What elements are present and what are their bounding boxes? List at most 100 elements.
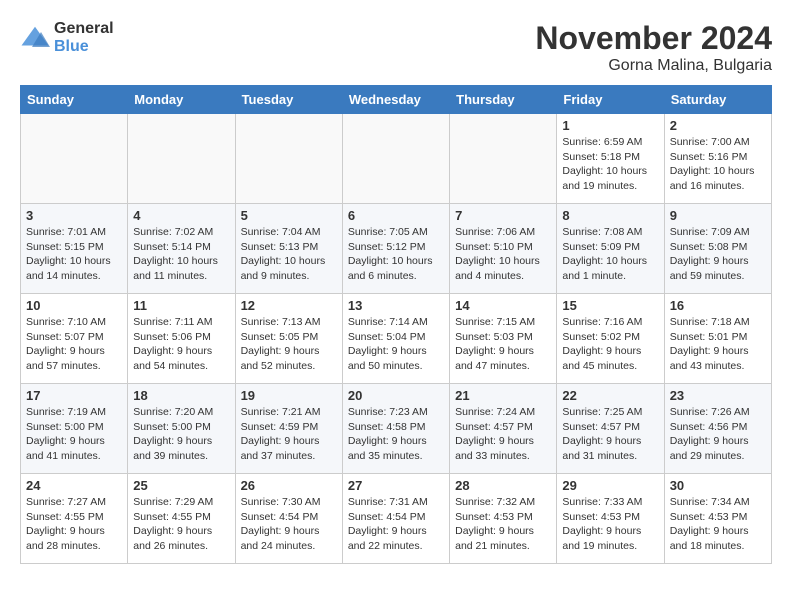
day-info: Sunrise: 6:59 AM Sunset: 5:18 PM Dayligh…: [562, 135, 658, 194]
calendar-cell: [128, 114, 235, 204]
day-info: Sunrise: 7:11 AM Sunset: 5:06 PM Dayligh…: [133, 315, 229, 374]
day-info: Sunrise: 7:34 AM Sunset: 4:53 PM Dayligh…: [670, 495, 766, 554]
day-number: 5: [241, 208, 337, 223]
calendar-cell: [21, 114, 128, 204]
calendar-cell: 15 Sunrise: 7:16 AM Sunset: 5:02 PM Dayli…: [557, 294, 664, 384]
calendar-cell: 10Sunrise: 7:10 AM Sunset: 5:07 PM Dayli…: [21, 294, 128, 384]
day-number: 17: [26, 388, 122, 403]
calendar-cell: 29 Sunrise: 7:33 AM Sunset: 4:53 PM Dayli…: [557, 474, 664, 564]
day-info: Sunrise: 7:15 AM Sunset: 5:03 PM Dayligh…: [455, 315, 551, 374]
day-info: Sunrise: 7:23 AM Sunset: 4:58 PM Dayligh…: [348, 405, 444, 464]
calendar-cell: 26 Sunrise: 7:30 AM Sunset: 4:54 PM Dayli…: [235, 474, 342, 564]
day-number: 30: [670, 478, 766, 493]
calendar-cell: [450, 114, 557, 204]
day-number: 18: [133, 388, 229, 403]
day-info: Sunrise: 7:01 AM Sunset: 5:15 PM Dayligh…: [26, 225, 122, 284]
day-number: 14: [455, 298, 551, 313]
day-number: 29: [562, 478, 658, 493]
logo-text: General Blue: [54, 20, 114, 55]
calendar-cell: 14 Sunrise: 7:15 AM Sunset: 5:03 PM Dayli…: [450, 294, 557, 384]
calendar-cell: 7 Sunrise: 7:06 AM Sunset: 5:10 PM Daylig…: [450, 204, 557, 294]
day-info: Sunrise: 7:02 AM Sunset: 5:14 PM Dayligh…: [133, 225, 229, 284]
day-info: Sunrise: 7:08 AM Sunset: 5:09 PM Dayligh…: [562, 225, 658, 284]
day-number: 4: [133, 208, 229, 223]
day-number: 7: [455, 208, 551, 223]
day-info: Sunrise: 7:00 AM Sunset: 5:16 PM Dayligh…: [670, 135, 766, 194]
calendar-cell: 23Sunrise: 7:26 AM Sunset: 4:56 PM Dayli…: [664, 384, 771, 474]
day-info: Sunrise: 7:05 AM Sunset: 5:12 PM Dayligh…: [348, 225, 444, 284]
calendar-cell: 1 Sunrise: 6:59 AM Sunset: 5:18 PM Daylig…: [557, 114, 664, 204]
day-info: Sunrise: 7:25 AM Sunset: 4:57 PM Dayligh…: [562, 405, 658, 464]
day-info: Sunrise: 7:24 AM Sunset: 4:57 PM Dayligh…: [455, 405, 551, 464]
calendar-cell: [235, 114, 342, 204]
weekday-header-wednesday: Wednesday: [342, 86, 449, 114]
day-number: 13: [348, 298, 444, 313]
day-number: 3: [26, 208, 122, 223]
day-number: 21: [455, 388, 551, 403]
page-header: General Blue November 2024 Gorna Malina,…: [20, 20, 772, 75]
day-number: 25: [133, 478, 229, 493]
day-info: Sunrise: 7:09 AM Sunset: 5:08 PM Dayligh…: [670, 225, 766, 284]
day-number: 1: [562, 118, 658, 133]
day-info: Sunrise: 7:33 AM Sunset: 4:53 PM Dayligh…: [562, 495, 658, 554]
logo-blue: Blue: [54, 38, 114, 56]
day-number: 11: [133, 298, 229, 313]
calendar-cell: 21 Sunrise: 7:24 AM Sunset: 4:57 PM Dayli…: [450, 384, 557, 474]
day-info: Sunrise: 7:14 AM Sunset: 5:04 PM Dayligh…: [348, 315, 444, 374]
calendar-cell: 9 Sunrise: 7:09 AM Sunset: 5:08 PM Daylig…: [664, 204, 771, 294]
week-row-4: 17 Sunrise: 7:19 AM Sunset: 5:00 PM Dayli…: [21, 384, 772, 474]
day-number: 23: [670, 388, 766, 403]
day-number: 2: [670, 118, 766, 133]
day-number: 22: [562, 388, 658, 403]
day-info: Sunrise: 7:20 AM Sunset: 5:00 PM Dayligh…: [133, 405, 229, 464]
day-info: Sunrise: 7:21 AM Sunset: 4:59 PM Dayligh…: [241, 405, 337, 464]
logo-icon: [20, 23, 50, 53]
day-info: Sunrise: 7:29 AM Sunset: 4:55 PM Dayligh…: [133, 495, 229, 554]
week-row-2: 3 Sunrise: 7:01 AM Sunset: 5:15 PM Daylig…: [21, 204, 772, 294]
calendar-cell: 3 Sunrise: 7:01 AM Sunset: 5:15 PM Daylig…: [21, 204, 128, 294]
day-number: 6: [348, 208, 444, 223]
day-info: Sunrise: 7:04 AM Sunset: 5:13 PM Dayligh…: [241, 225, 337, 284]
day-info: Sunrise: 7:06 AM Sunset: 5:10 PM Dayligh…: [455, 225, 551, 284]
day-number: 28: [455, 478, 551, 493]
day-number: 12: [241, 298, 337, 313]
day-info: Sunrise: 7:30 AM Sunset: 4:54 PM Dayligh…: [241, 495, 337, 554]
calendar-cell: 18 Sunrise: 7:20 AM Sunset: 5:00 PM Dayli…: [128, 384, 235, 474]
weekday-header-monday: Monday: [128, 86, 235, 114]
day-number: 19: [241, 388, 337, 403]
calendar-cell: 4 Sunrise: 7:02 AM Sunset: 5:14 PM Daylig…: [128, 204, 235, 294]
calendar-cell: 5 Sunrise: 7:04 AM Sunset: 5:13 PM Daylig…: [235, 204, 342, 294]
day-info: Sunrise: 7:27 AM Sunset: 4:55 PM Dayligh…: [26, 495, 122, 554]
calendar-cell: 24Sunrise: 7:27 AM Sunset: 4:55 PM Dayli…: [21, 474, 128, 564]
calendar-cell: 2 Sunrise: 7:00 AM Sunset: 5:16 PM Daylig…: [664, 114, 771, 204]
calendar-table: SundayMondayTuesdayWednesdayThursdayFrid…: [20, 85, 772, 564]
weekday-header-thursday: Thursday: [450, 86, 557, 114]
weekday-header-sunday: Sunday: [21, 86, 128, 114]
day-number: 26: [241, 478, 337, 493]
logo-general: General: [54, 20, 114, 38]
weekday-header-row: SundayMondayTuesdayWednesdayThursdayFrid…: [21, 86, 772, 114]
calendar-cell: 19 Sunrise: 7:21 AM Sunset: 4:59 PM Dayli…: [235, 384, 342, 474]
calendar-cell: 12Sunrise: 7:13 AM Sunset: 5:05 PM Dayli…: [235, 294, 342, 384]
weekday-header-tuesday: Tuesday: [235, 86, 342, 114]
day-number: 16: [670, 298, 766, 313]
day-number: 8: [562, 208, 658, 223]
day-info: Sunrise: 7:19 AM Sunset: 5:00 PM Dayligh…: [26, 405, 122, 464]
week-row-5: 24Sunrise: 7:27 AM Sunset: 4:55 PM Dayli…: [21, 474, 772, 564]
weekday-header-friday: Friday: [557, 86, 664, 114]
day-info: Sunrise: 7:16 AM Sunset: 5:02 PM Dayligh…: [562, 315, 658, 374]
day-number: 15: [562, 298, 658, 313]
day-info: Sunrise: 7:31 AM Sunset: 4:54 PM Dayligh…: [348, 495, 444, 554]
calendar-cell: 28 Sunrise: 7:32 AM Sunset: 4:53 PM Dayli…: [450, 474, 557, 564]
week-row-1: 1 Sunrise: 6:59 AM Sunset: 5:18 PM Daylig…: [21, 114, 772, 204]
week-row-3: 10Sunrise: 7:10 AM Sunset: 5:07 PM Dayli…: [21, 294, 772, 384]
calendar-cell: 20Sunrise: 7:23 AM Sunset: 4:58 PM Dayli…: [342, 384, 449, 474]
calendar-cell: 11 Sunrise: 7:11 AM Sunset: 5:06 PM Dayli…: [128, 294, 235, 384]
day-number: 9: [670, 208, 766, 223]
location: Gorna Malina, Bulgaria: [535, 57, 772, 75]
day-info: Sunrise: 7:32 AM Sunset: 4:53 PM Dayligh…: [455, 495, 551, 554]
day-info: Sunrise: 7:18 AM Sunset: 5:01 PM Dayligh…: [670, 315, 766, 374]
calendar-cell: 13 Sunrise: 7:14 AM Sunset: 5:04 PM Dayli…: [342, 294, 449, 384]
calendar-cell: 16 Sunrise: 7:18 AM Sunset: 5:01 PM Dayli…: [664, 294, 771, 384]
day-number: 27: [348, 478, 444, 493]
